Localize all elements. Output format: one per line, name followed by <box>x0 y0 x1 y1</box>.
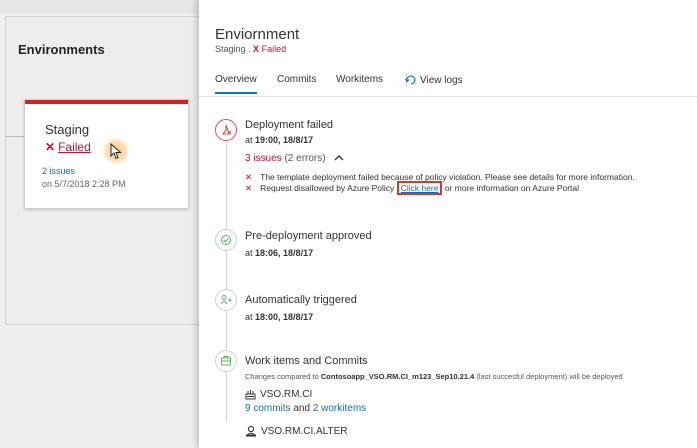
subtitle-status: X Failed <box>253 44 286 54</box>
and-text: and <box>293 403 311 414</box>
stage-status-link[interactable]: ✕ Failed <box>45 140 91 154</box>
panel-title: Enviornment <box>215 26 300 43</box>
mouse-cursor-icon <box>103 138 129 164</box>
environments-title: Environments <box>18 42 105 57</box>
subtitle-status-label: Failed <box>261 44 287 54</box>
artifact-alter-icon <box>245 425 257 437</box>
work-items-icon <box>215 350 237 372</box>
changes-prefix: Changes compared to <box>245 372 319 381</box>
workitems-link[interactable]: 2 workitems <box>313 403 366 414</box>
stage-status-bar <box>25 100 188 104</box>
deployment-failed-time: at 19:00, 18/8/17 <box>245 135 313 145</box>
timeline-line <box>226 142 227 422</box>
issue-text-suffix: or more information on Azure Portal <box>444 183 580 193</box>
view-logs-icon <box>404 74 416 88</box>
time-value: 18:00, 18/8/17 <box>255 312 314 322</box>
time-prefix: at <box>245 312 253 322</box>
artifact-name: VSO.RM.CI <box>260 389 313 400</box>
triggered-title: Automatically triggered <box>245 294 357 306</box>
artifact-links: 9 commits and 2 workitems <box>245 403 366 414</box>
time-value: 19:00, 18/8/17 <box>255 135 314 145</box>
error-x-icon: ✕ <box>245 183 253 193</box>
issue-text: Request disallowed by Azure Policy <box>260 183 395 193</box>
error-x-icon: ✕ <box>45 140 56 154</box>
issues-count: 3 issues <box>245 153 282 165</box>
stage-status-label: Failed <box>58 140 91 154</box>
environments-page: Environments Staging ✕ Failed 2 issues on… <box>0 0 200 448</box>
environment-details-panel: Enviornment Staging . X Failed Overview … <box>199 0 697 448</box>
top-bar <box>0 0 200 14</box>
deployment-failed-icon <box>215 119 237 141</box>
artifact-vso-rm-ci: VSO.RM.CI <box>245 389 312 400</box>
time-prefix: at <box>245 135 253 145</box>
view-logs-label: View logs <box>420 75 463 86</box>
panel-subtitle: Staging . X Failed <box>215 44 286 54</box>
issue-item-2: ✕ Request disallowed by Azure Policy Clic… <box>245 181 579 195</box>
time-value: 18:06, 18/8/17 <box>255 248 314 258</box>
time-prefix: at <box>245 248 253 258</box>
tabs-divider <box>199 96 697 97</box>
stage-name: Staging <box>45 122 90 137</box>
error-x-icon: X <box>253 44 260 54</box>
chevron-up-icon[interactable] <box>334 153 344 164</box>
deployment-failed-title: Deployment failed <box>245 119 334 131</box>
stage-issues-link[interactable]: 2 issues <box>42 166 75 176</box>
stage-date: on 5/7/2018 2:28 PM <box>42 179 126 189</box>
pre-deployment-title: Pre-deployment approved <box>245 230 372 242</box>
commits-link[interactable]: 9 commits <box>245 403 291 414</box>
tab-workitems[interactable]: Workitems <box>336 74 383 85</box>
issues-detail: (2 errors) <box>284 153 326 165</box>
changes-description: Changes compared to Contosoapp_VSO.RM.CI… <box>245 372 623 381</box>
issues-summary[interactable]: 3 issues (2 errors) <box>245 153 344 164</box>
stage-card-staging[interactable]: Staging ✕ Failed 2 issues on 5/7/2018 2:2… <box>24 99 189 209</box>
click-here-link[interactable]: Click here <box>396 181 443 195</box>
triggered-time: at 18:00, 18/8/17 <box>245 312 313 322</box>
tab-overview[interactable]: Overview <box>215 74 257 94</box>
changes-suffix: (last succesful deployment) will be depl… <box>476 372 623 381</box>
approval-icon <box>215 229 237 251</box>
pre-deployment-time: at 18:06, 18/8/17 <box>245 248 313 258</box>
tab-commits[interactable]: Commits <box>277 74 316 85</box>
artifact-vso-rm-ci-alter: VSO.RM.CI.ALTER <box>245 425 348 437</box>
artifact-name: VSO.RM.CI.ALTER <box>261 425 348 437</box>
work-items-title: Work items and Commits <box>245 355 368 367</box>
subtitle-environment: Staging . <box>215 44 251 54</box>
tab-view-logs[interactable]: View logs <box>404 74 463 88</box>
trigger-icon <box>215 289 237 311</box>
build-artifact-icon <box>245 389 256 400</box>
changes-build: Contosoapp_VSO.RM.CI_m123_Sep10.21.4 <box>320 372 475 381</box>
pipeline-connector <box>5 136 25 137</box>
